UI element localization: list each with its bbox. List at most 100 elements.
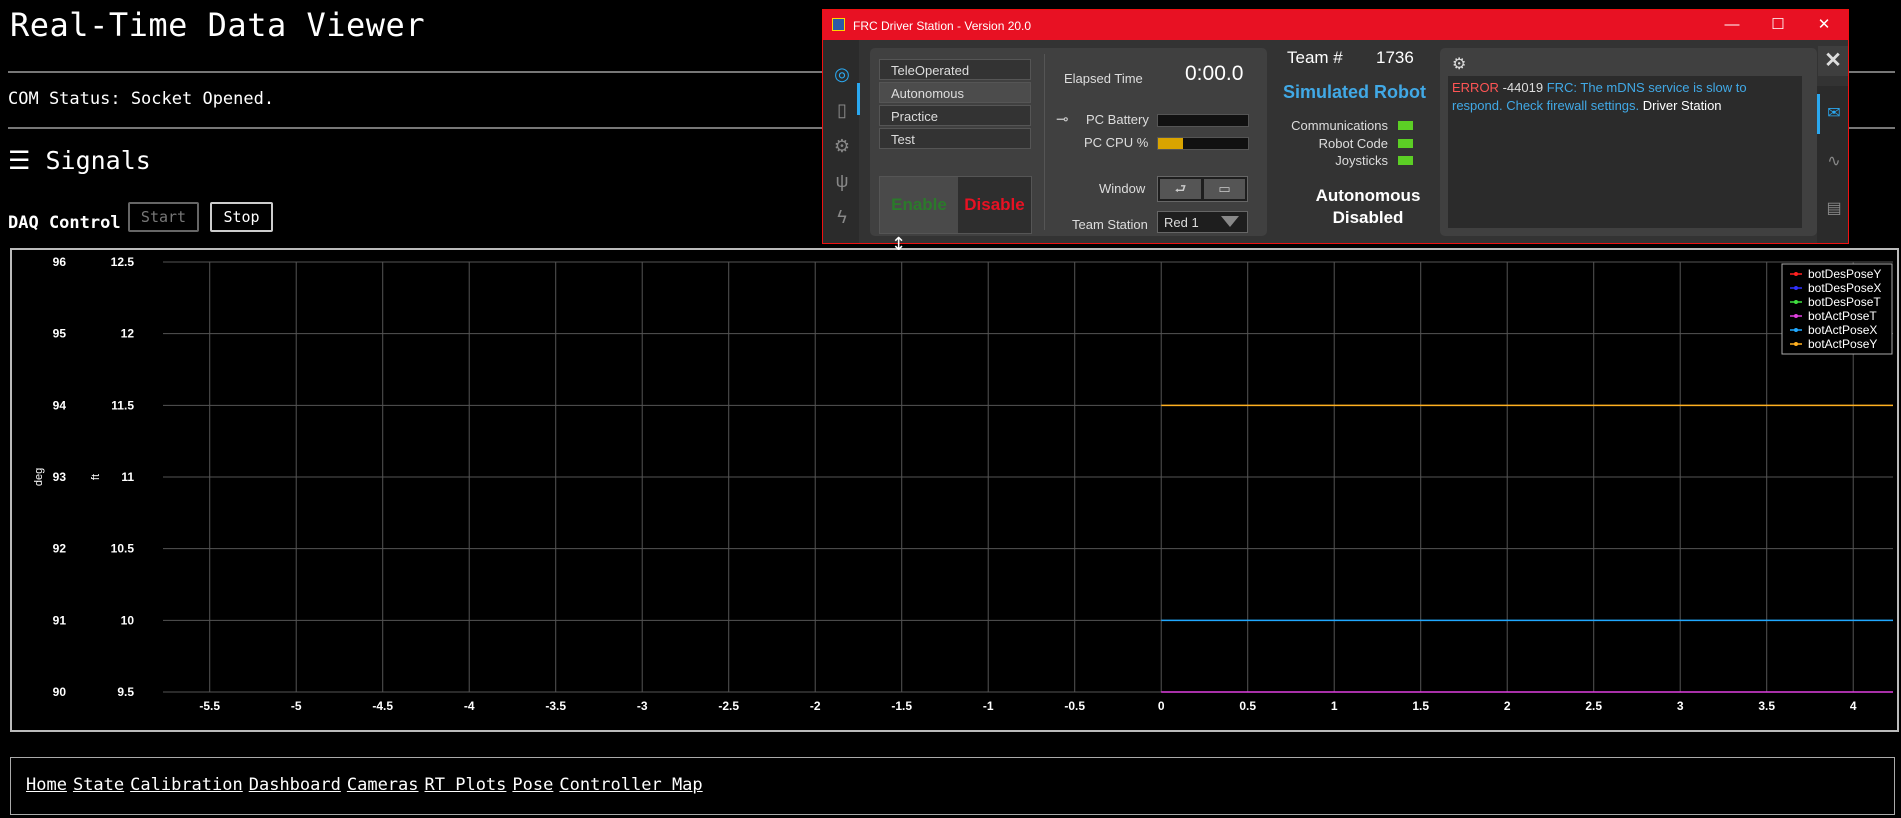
- message-error-tag: ERROR: [1452, 80, 1499, 95]
- y-tick-label-deg: 93: [53, 470, 67, 484]
- realtime-plot[interactable]: -5.5 -5 -4.5 -4 -3.5 -3 -2.5 -2 -1.5 -1 -0.5 0 0.5 1 1…: [10, 248, 1899, 732]
- y-tick-label-ft: 11: [121, 470, 134, 484]
- nav-link-pose[interactable]: Pose: [512, 775, 553, 795]
- close-icon[interactable]: ✕: [1818, 46, 1848, 76]
- elapsed-time-value: 0:00.0: [1185, 62, 1244, 85]
- enable-button[interactable]: Enable: [880, 177, 958, 233]
- team-station-value: Red 1: [1164, 215, 1199, 230]
- communications-label: Communications: [1291, 118, 1388, 133]
- x-tick-label: 3.5: [1758, 699, 1775, 713]
- y-tick-label-deg: 95: [53, 327, 67, 341]
- signals-menu-toggle[interactable]: ☰ Signals: [8, 146, 151, 175]
- legend-marker: [1794, 328, 1798, 332]
- team-label: Team #: [1287, 48, 1343, 67]
- nav-link-dashboard[interactable]: Dashboard: [249, 775, 341, 795]
- y-tick-label-ft: 10: [121, 613, 135, 627]
- pc-battery-label: PC Battery: [1086, 112, 1149, 127]
- x-tick-label: -1.5: [891, 699, 912, 713]
- float-window-icon[interactable]: ▭: [1204, 179, 1245, 199]
- plot-canvas: -5.5 -5 -4.5 -4 -3.5 -3 -2.5 -2 -1.5 -1 -0.5 0 0.5 1 1…: [33, 255, 1893, 713]
- message-log[interactable]: ERROR -44019 FRC: The mDNS service is sl…: [1448, 76, 1802, 228]
- team-station-label: Team Station: [1072, 217, 1148, 232]
- y-tick-label-deg: 92: [53, 542, 67, 556]
- y-axis-label-ft: ft: [90, 474, 102, 480]
- x-tick-label: -0.5: [1064, 699, 1085, 713]
- x-tick-label: -5.5: [199, 699, 220, 713]
- nav-link-cameras[interactable]: Cameras: [347, 775, 419, 795]
- robot-state: Autonomous Disabled: [1283, 185, 1453, 229]
- robot-code-led: [1398, 139, 1413, 148]
- legend-marker: [1794, 342, 1798, 346]
- mode-autonomous[interactable]: Autonomous: [879, 82, 1031, 103]
- legend-entry: botActPoseT: [1808, 309, 1877, 323]
- x-tick-label: 4: [1850, 699, 1857, 713]
- nav-link-controller-map[interactable]: Controller Map: [559, 775, 702, 795]
- joysticks-led: [1398, 156, 1413, 165]
- pc-cpu-fill: [1158, 138, 1184, 149]
- close-window-button[interactable]: ✕: [1802, 14, 1846, 36]
- communications-led: [1398, 121, 1413, 130]
- robot-state-mode: Autonomous: [1315, 186, 1421, 205]
- power-icon[interactable]: ϟ: [831, 206, 853, 228]
- charts-icon[interactable]: ∿: [1823, 151, 1845, 173]
- page-title: Real-Time Data Viewer: [10, 6, 426, 44]
- rail-active-indicator: [857, 83, 860, 115]
- x-tick-label: -5: [291, 699, 302, 713]
- nav-link-home[interactable]: Home: [26, 775, 67, 795]
- x-tick-label: 3: [1677, 699, 1684, 713]
- legend-marker: [1794, 314, 1798, 318]
- nav-link-rt-plots[interactable]: RT Plots: [425, 775, 507, 795]
- elapsed-time-label: Elapsed Time: [1064, 71, 1143, 86]
- y-tick-label-ft: 11.5: [111, 398, 134, 412]
- steering-wheel-icon[interactable]: ◎: [831, 63, 853, 85]
- x-tick-label: -4: [464, 699, 475, 713]
- y-tick-label-deg: 91: [53, 613, 67, 627]
- start-button[interactable]: Start: [128, 202, 199, 232]
- y-tick-label-deg: 90: [53, 685, 67, 699]
- chevron-down-icon: [1221, 216, 1239, 227]
- disable-button[interactable]: Disable: [958, 177, 1031, 233]
- legend-entry: botDesPoseX: [1808, 281, 1881, 295]
- ds-window-title: FRC Driver Station - Version 20.0: [853, 19, 1032, 33]
- gear-icon[interactable]: ⚙: [1452, 54, 1466, 74]
- enable-disable-group: Enable Disable: [879, 176, 1032, 234]
- both-panels-icon[interactable]: ▤: [1823, 198, 1845, 220]
- x-tick-label: 0.5: [1239, 699, 1256, 713]
- team-number: 1736: [1376, 48, 1414, 67]
- x-tick-label: 2: [1504, 699, 1511, 713]
- x-tick-label: 1.5: [1412, 699, 1429, 713]
- messages-icon[interactable]: ✉: [1823, 103, 1845, 125]
- message-source: Driver Station: [1642, 98, 1722, 113]
- right-rail-active-indicator: [1817, 94, 1820, 134]
- ds-app-icon: [832, 18, 845, 31]
- x-tick-label: 2.5: [1585, 699, 1602, 713]
- stop-button[interactable]: Stop: [210, 202, 273, 232]
- x-tick-label: -1: [983, 699, 994, 713]
- window-mode-group: ⮐ ▭: [1157, 176, 1248, 202]
- nav-link-state[interactable]: State: [73, 775, 124, 795]
- joysticks-label: Joysticks: [1335, 153, 1388, 168]
- y-axis-label-deg: deg: [33, 468, 45, 486]
- nav-link-calibration[interactable]: Calibration: [130, 775, 243, 795]
- dock-window-icon[interactable]: ⮐: [1160, 179, 1201, 199]
- mode-teleoperated[interactable]: TeleOperated: [879, 59, 1031, 80]
- robot-code-label: Robot Code: [1318, 136, 1388, 151]
- diagnostics-icon[interactable]: ▯: [831, 99, 853, 121]
- pc-cpu-meter: [1157, 137, 1249, 150]
- team-station-select[interactable]: Red 1: [1157, 211, 1248, 233]
- mode-practice[interactable]: Practice: [879, 105, 1031, 126]
- legend-marker: [1794, 286, 1798, 290]
- ds-titlebar[interactable]: FRC Driver Station - Version 20.0 — ☐ ✕: [823, 10, 1848, 40]
- maximize-button[interactable]: ☐: [1756, 14, 1800, 36]
- minimize-button[interactable]: —: [1710, 14, 1754, 36]
- gear-icon[interactable]: ⚙: [831, 135, 853, 157]
- messages-panel: ⚙ ERROR -44019 FRC: The mDNS service is …: [1440, 48, 1817, 236]
- driver-station-window: FRC Driver Station - Version 20.0 — ☐ ✕ …: [822, 9, 1849, 244]
- usb-icon[interactable]: ψ: [831, 170, 853, 192]
- window-label: Window: [1099, 181, 1146, 196]
- legend-entry: botActPoseX: [1808, 323, 1877, 337]
- x-tick-label: 0: [1158, 699, 1165, 713]
- legend-entry: botDesPoseT: [1808, 295, 1881, 309]
- mode-test[interactable]: Test: [879, 128, 1031, 149]
- legend-entry: botActPoseY: [1808, 337, 1877, 351]
